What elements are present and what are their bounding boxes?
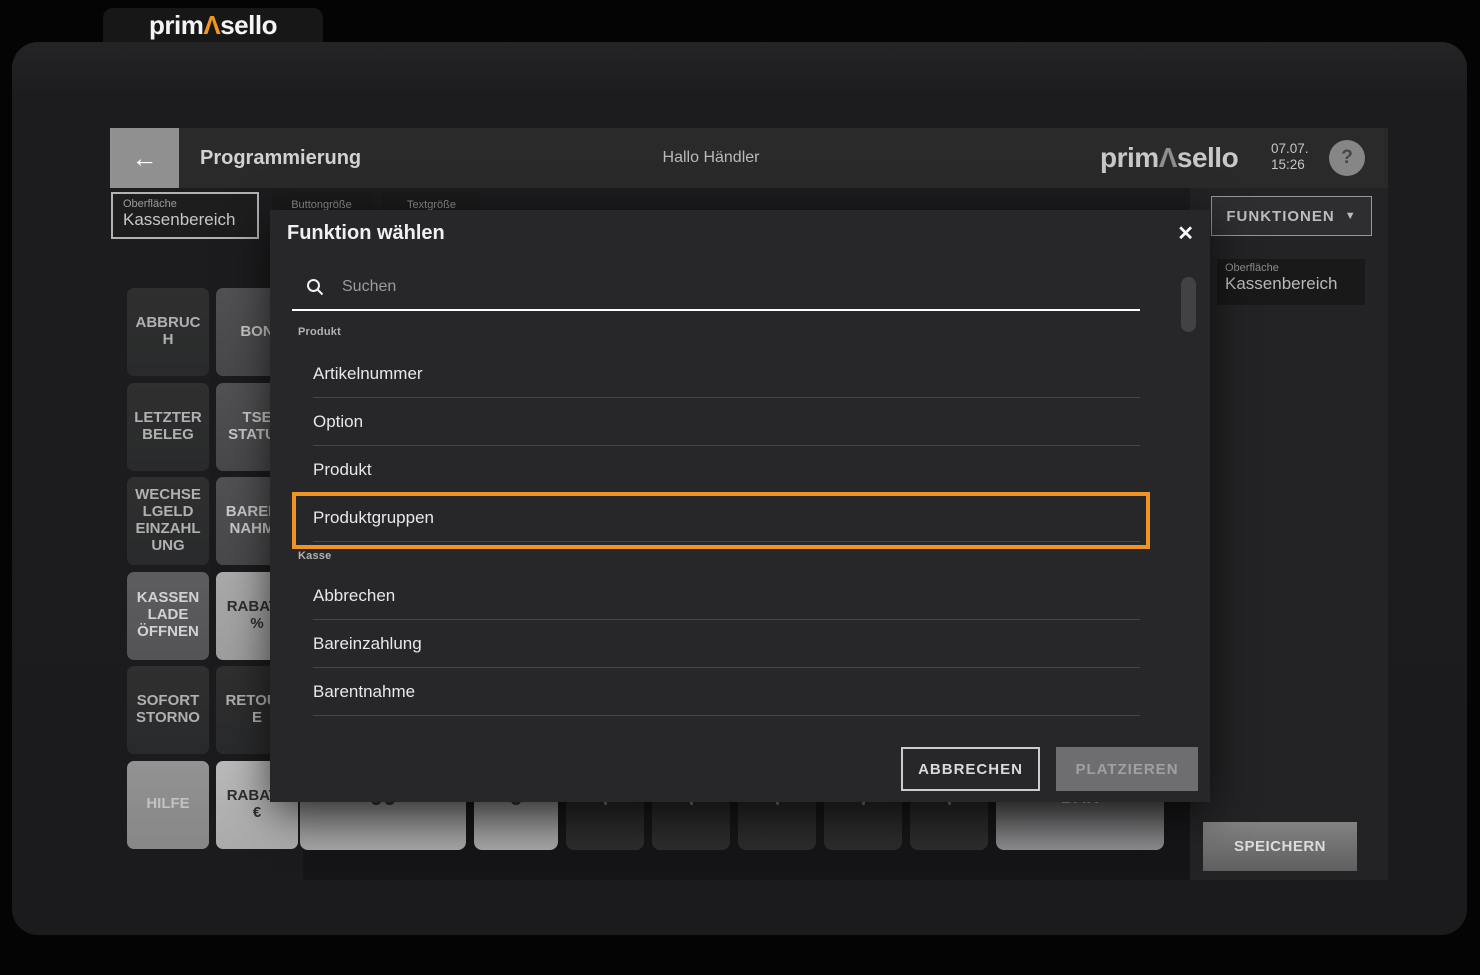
section-label-kasse: Kasse xyxy=(298,550,332,562)
section-label-produkt: Produkt xyxy=(298,326,341,338)
date-text: 07.07. xyxy=(1271,141,1309,156)
chevron-down-icon: ▼ xyxy=(1344,210,1357,222)
sidebar-button-letzter-beleg[interactable]: LETZTER BELEG xyxy=(127,382,209,471)
function-item-produktgruppen[interactable]: Produktgruppen xyxy=(292,492,1150,549)
function-item-label: Option xyxy=(313,411,364,431)
function-item-produkt[interactable]: Produkt xyxy=(313,446,1140,494)
function-item-artikelnummer[interactable]: Artikelnummer xyxy=(313,350,1140,398)
back-button[interactable]: ← xyxy=(110,128,179,188)
scrollbar-thumb[interactable] xyxy=(1181,277,1196,332)
function-item-label: Produkt xyxy=(313,459,372,479)
save-button[interactable]: SPEICHERN xyxy=(1203,822,1357,871)
surface-selector[interactable]: Oberfläche Kassenbereich xyxy=(111,192,259,239)
surface-label: Oberfläche xyxy=(123,198,177,210)
function-item-label: Produktgruppen xyxy=(313,507,434,527)
modal-title: Funktion wählen xyxy=(287,222,445,244)
header-logo-prefix: prim xyxy=(1100,142,1159,173)
surface-selector-right[interactable]: Oberfläche Kassenbereich xyxy=(1217,259,1365,305)
surface-value: Kassenbereich xyxy=(123,210,236,229)
place-button[interactable]: PLATZIEREN xyxy=(1056,747,1198,791)
time-text: 15:26 xyxy=(1271,157,1305,173)
sidebar-button-wechse-lgeld-einzahl-ung[interactable]: WECHSE LGELD EINZAHL UNG xyxy=(127,477,209,565)
brand-logo-tab: prim Λsello xyxy=(103,8,323,42)
sidebar-button-hilfe[interactable]: HILFE xyxy=(127,760,209,849)
sidebar-button-kassen-lade-öffnen[interactable]: KASSEN LADE ÖFFNEN xyxy=(127,571,209,660)
surface-label: Oberfläche xyxy=(1225,262,1279,274)
brand-logo-prefix: prim xyxy=(149,9,204,40)
page-title: Programmierung xyxy=(200,146,362,169)
help-button[interactable]: ? xyxy=(1329,140,1365,176)
search-underline xyxy=(292,309,1140,311)
brand-lambda-icon: Λ xyxy=(203,9,221,40)
search-input[interactable] xyxy=(342,278,1130,296)
question-mark-icon: ? xyxy=(1341,147,1353,168)
sidebar-button-abbruc-h[interactable]: ABBRUC H xyxy=(127,288,209,376)
header-logo-suffix: sello xyxy=(1176,142,1239,173)
functions-dropdown-button[interactable]: FUNKTIONEN ▼ xyxy=(1211,196,1372,236)
back-arrow-icon: ← xyxy=(131,142,158,173)
greeting-text: Hallo Händler xyxy=(662,149,760,166)
scrollbar[interactable] xyxy=(1181,277,1196,577)
function-item-abbrechen[interactable]: Abbrechen xyxy=(313,572,1140,620)
function-picker-modal: Funktion wählen ✕ Produkt Artikelnummer Op… xyxy=(270,210,1210,802)
close-icon[interactable]: ✕ xyxy=(1177,221,1194,246)
header-lambda-icon: Λ xyxy=(1158,142,1178,173)
surface-value: Kassenbereich xyxy=(1225,274,1338,293)
function-list: Produkt Artikelnummer Option Produkt Produkt… xyxy=(292,314,1150,716)
function-item-label: Artikelnummer xyxy=(313,363,423,383)
function-item-option[interactable]: Option xyxy=(313,398,1140,446)
cancel-button[interactable]: ABBRECHEN xyxy=(901,747,1040,791)
sidebar-button-sofort-storno[interactable]: SOFORT STORNO xyxy=(127,666,209,754)
brand-logo-suffix: sello xyxy=(220,9,277,40)
search-icon xyxy=(307,279,324,296)
datetime-display: 07.07. 15:26 xyxy=(1271,141,1309,173)
function-item-bareinzahlung[interactable]: Bareinzahlung xyxy=(313,620,1140,668)
function-item-label: Bareinzahlung xyxy=(313,633,422,653)
function-item-barentnahme[interactable]: Barentnahme xyxy=(313,668,1140,716)
functions-label: FUNKTIONEN xyxy=(1226,207,1335,225)
header-brand-logo: prim Λsello xyxy=(1100,128,1239,188)
function-item-label: Barentnahme xyxy=(313,681,416,701)
function-item-label: Abbrechen xyxy=(313,585,396,605)
